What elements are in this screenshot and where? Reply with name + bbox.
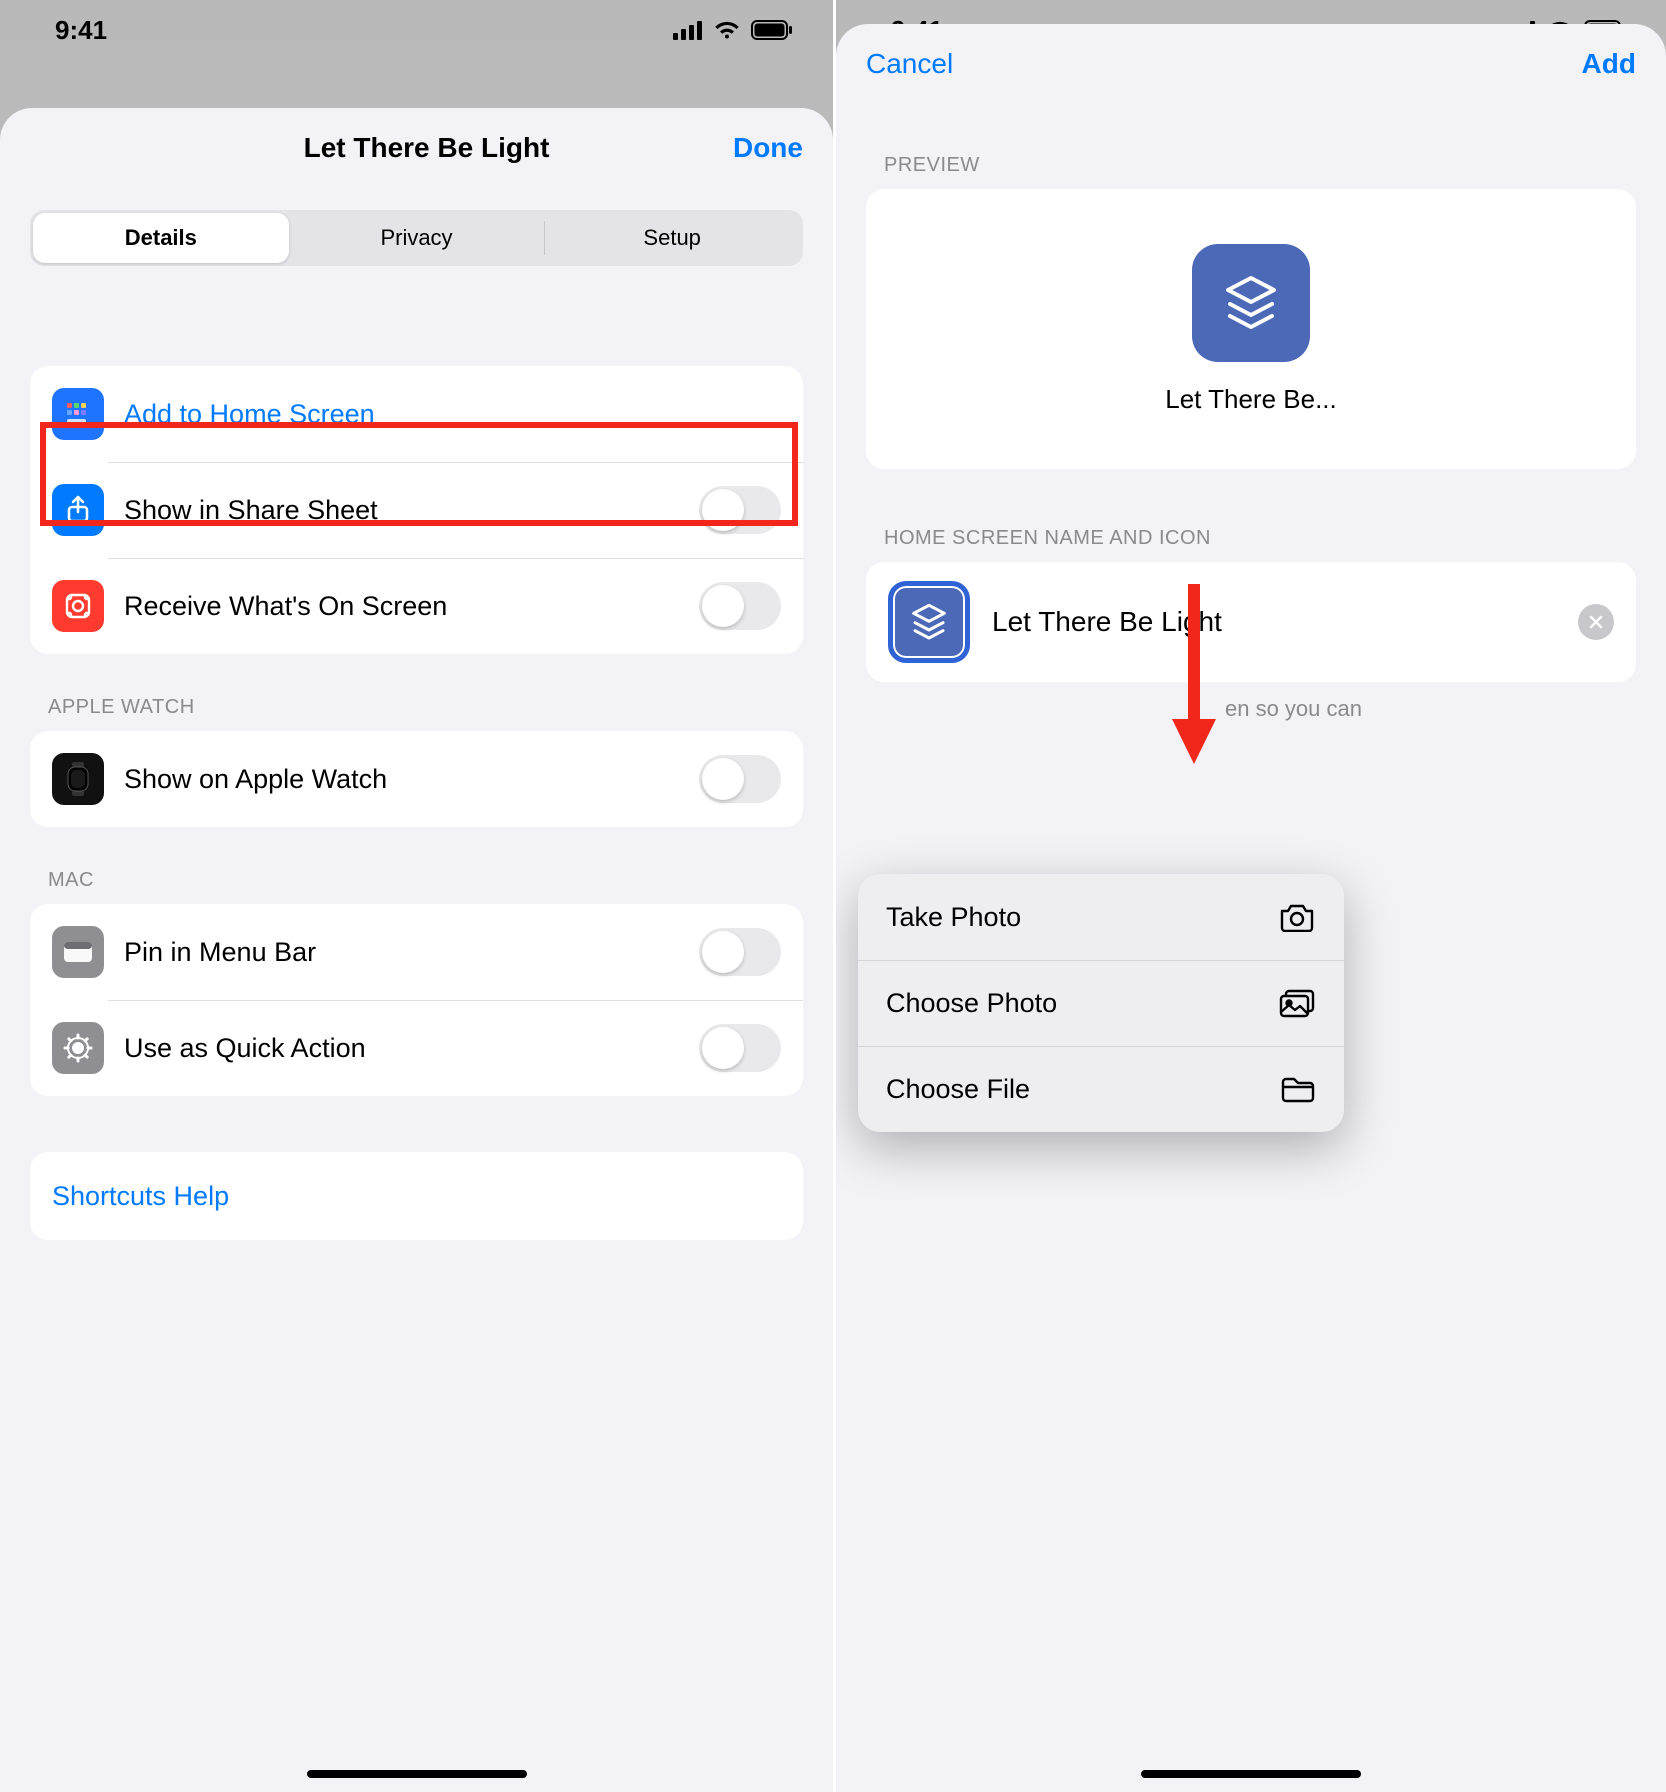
- cellular-icon: [673, 20, 703, 40]
- choose-photo-item[interactable]: Choose Photo: [858, 960, 1344, 1046]
- choose-file-item[interactable]: Choose File: [858, 1046, 1344, 1132]
- status-bar: 9:41: [0, 0, 833, 60]
- pin-menubar-toggle[interactable]: [699, 928, 781, 976]
- receive-screen-row[interactable]: Receive What's On Screen: [30, 558, 803, 654]
- shortcuts-help-row[interactable]: Shortcuts Help: [30, 1152, 803, 1240]
- tab-details[interactable]: Details: [33, 213, 289, 263]
- add-button[interactable]: Add: [1582, 48, 1636, 80]
- apple-watch-icon: [52, 753, 104, 805]
- details-sheet: Let There Be Light Done Details Privacy …: [0, 108, 833, 1792]
- add-to-home-sheet: Cancel Add PREVIEW Let There Be... HOME …: [836, 24, 1666, 1792]
- hint-text: xxxxxxxxxxxxxxxxxxxxxxxxxxxxxxxen so you…: [884, 696, 1618, 722]
- tab-setup[interactable]: Setup: [544, 213, 800, 263]
- home-indicator[interactable]: [307, 1770, 527, 1778]
- take-photo-item[interactable]: Take Photo: [858, 874, 1344, 960]
- share-icon: [52, 484, 104, 536]
- right-screenshot: 9:41 Cancel Add PREVIEW: [833, 0, 1666, 1792]
- status-indicators: [673, 20, 793, 40]
- receive-screen-icon: [52, 580, 104, 632]
- done-button[interactable]: Done: [733, 132, 803, 164]
- preview-box: Let There Be...: [866, 189, 1636, 469]
- preview-name: Let There Be...: [1165, 384, 1337, 415]
- menubar-icon: [52, 926, 104, 978]
- quick-action-row[interactable]: Use as Quick Action: [30, 1000, 803, 1096]
- camera-icon: [1278, 902, 1316, 932]
- apple-watch-row[interactable]: Show on Apple Watch: [30, 731, 803, 827]
- clear-text-button[interactable]: [1578, 604, 1614, 640]
- battery-icon: [751, 20, 793, 40]
- name-and-icon-row: Let There Be Light: [866, 562, 1636, 682]
- name-icon-section-label: HOME SCREEN NAME AND ICON: [884, 527, 1618, 550]
- apple-watch-group: Show on Apple Watch: [30, 731, 803, 827]
- photo-library-icon: [1278, 988, 1316, 1018]
- nav-bar: Cancel Add: [836, 24, 1666, 104]
- cancel-button[interactable]: Cancel: [866, 48, 953, 80]
- left-screenshot: 9:41 Let There Be Light Done Details Pri…: [0, 0, 833, 1792]
- preview-app-icon: [1192, 244, 1310, 362]
- pin-menubar-row[interactable]: Pin in Menu Bar: [30, 904, 803, 1000]
- add-to-home-label: Add to Home Screen: [124, 399, 781, 430]
- apple-watch-toggle[interactable]: [699, 755, 781, 803]
- nav-title: Let There Be Light: [304, 132, 550, 164]
- home-screen-icon: [52, 388, 104, 440]
- icon-picker-button[interactable]: [888, 581, 970, 663]
- main-group: Add to Home Screen Show in Share Sheet R…: [30, 366, 803, 654]
- gear-icon: [52, 1022, 104, 1074]
- help-group: Shortcuts Help: [30, 1152, 803, 1240]
- mac-group: Pin in Menu Bar Use as Quick Action: [30, 904, 803, 1096]
- share-sheet-row[interactable]: Show in Share Sheet: [30, 462, 803, 558]
- tab-privacy[interactable]: Privacy: [289, 213, 545, 263]
- mac-section-label: MAC: [48, 869, 785, 892]
- shortcut-name-field[interactable]: Let There Be Light: [992, 606, 1556, 638]
- add-to-home-screen-row[interactable]: Add to Home Screen: [30, 366, 803, 462]
- nav-bar: Let There Be Light Done: [0, 108, 833, 188]
- icon-source-menu: Take Photo Choose Photo Choose File: [858, 874, 1344, 1132]
- share-sheet-toggle[interactable]: [699, 486, 781, 534]
- folder-icon: [1280, 1075, 1316, 1103]
- quick-action-toggle[interactable]: [699, 1024, 781, 1072]
- apple-watch-section-label: APPLE WATCH: [48, 696, 785, 719]
- home-indicator[interactable]: [1141, 1770, 1361, 1778]
- preview-section-label: PREVIEW: [884, 154, 1618, 177]
- wifi-icon: [713, 20, 741, 40]
- receive-screen-toggle[interactable]: [699, 582, 781, 630]
- red-arrow-annotation: [1164, 574, 1224, 774]
- status-time: 9:41: [55, 15, 107, 46]
- segmented-control[interactable]: Details Privacy Setup: [30, 210, 803, 266]
